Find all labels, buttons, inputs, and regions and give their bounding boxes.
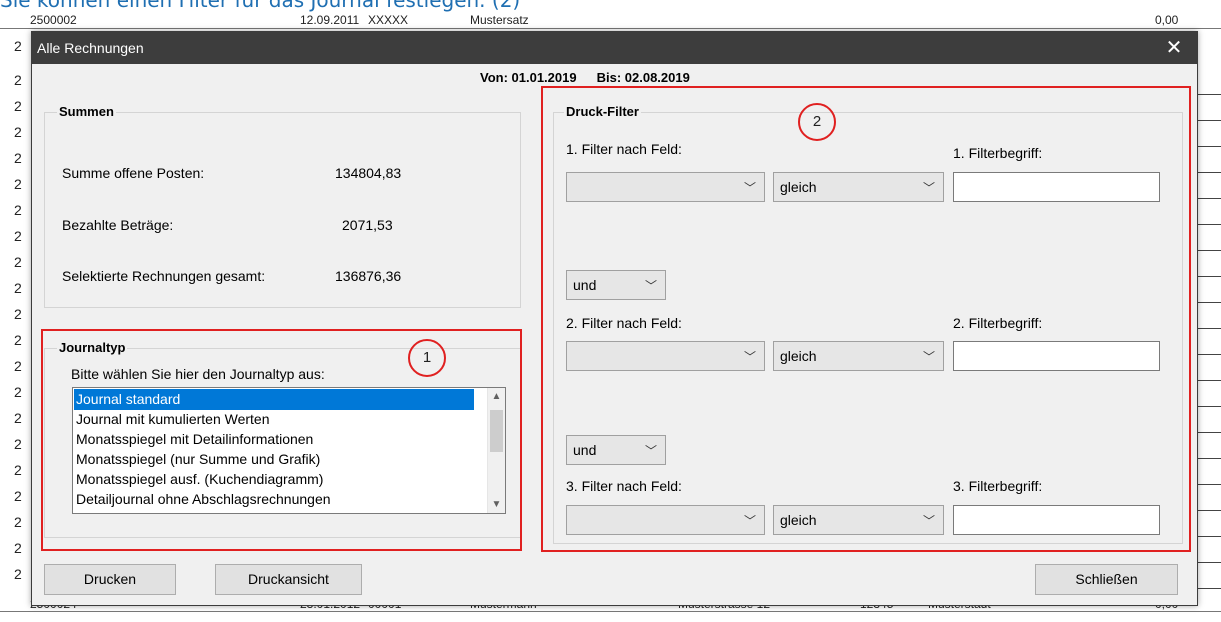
bg-grid-line bbox=[1198, 94, 1221, 95]
bg-grid-line bbox=[1198, 302, 1221, 303]
bg-grid-line bbox=[1198, 224, 1221, 225]
bezahlte-betraege-value: 2071,53 bbox=[342, 217, 393, 233]
alle-rechnungen-dialog: Alle Rechnungen ✕ Von: 01.01.2019 Bis: 02… bbox=[31, 31, 1198, 606]
close-icon[interactable]: ✕ bbox=[1151, 32, 1197, 64]
date-to: Bis: 02.08.2019 bbox=[596, 70, 690, 85]
bg-grid-line bbox=[0, 611, 1221, 612]
bg-row-code: XXXXX bbox=[368, 13, 409, 27]
bg-grid-line bbox=[1198, 276, 1221, 277]
bg-left-digit: 2 bbox=[14, 488, 22, 504]
bg-grid-line bbox=[1198, 172, 1221, 173]
bg-grid-line bbox=[1198, 120, 1221, 121]
bg-row-name: Mustersatz bbox=[470, 13, 529, 27]
drucken-button[interactable]: Drucken bbox=[44, 564, 176, 595]
summe-offene-posten-value: 134804,83 bbox=[335, 165, 402, 181]
bg-row-date: 12.09.2011 bbox=[300, 13, 360, 27]
bg-left-digit: 2 bbox=[14, 514, 22, 530]
date-from: Von: 01.01.2019 bbox=[480, 70, 577, 85]
bg-left-digit: 2 bbox=[14, 280, 22, 296]
bg-left-digit: 2 bbox=[14, 306, 22, 322]
bg-grid-line bbox=[1198, 406, 1221, 407]
bg-left-digit: 2 bbox=[14, 124, 22, 140]
bg-grid-line bbox=[0, 28, 1221, 29]
bg-left-digit: 2 bbox=[14, 98, 22, 114]
bg-grid-line bbox=[1198, 562, 1221, 563]
selektierte-rechnungen-value: 136876,36 bbox=[335, 268, 402, 284]
bg-grid-line bbox=[1198, 380, 1221, 381]
bg-left-digit: 2 bbox=[14, 72, 22, 88]
selektierte-rechnungen-label: Selektierte Rechnungen gesamt: bbox=[62, 268, 266, 284]
schliessen-button[interactable]: Schließen bbox=[1035, 564, 1178, 595]
annotation-box-2 bbox=[541, 86, 1191, 552]
bg-grid-line bbox=[1198, 250, 1221, 251]
dialog-titlebar: Alle Rechnungen ✕ bbox=[32, 32, 1197, 64]
bg-grid-line bbox=[1198, 458, 1221, 459]
bg-grid-line bbox=[1198, 354, 1221, 355]
summen-title: Summen bbox=[57, 104, 116, 119]
bg-grid-line bbox=[1198, 484, 1221, 485]
summe-offene-posten-label: Summe offene Posten: bbox=[62, 165, 205, 181]
bg-left-digit: 2 bbox=[14, 38, 22, 54]
annotation-marker-2: 2 bbox=[798, 103, 836, 141]
dialog-title: Alle Rechnungen bbox=[37, 40, 144, 56]
summen-group: Summen Summe offene Posten: 134804,83 Be… bbox=[44, 104, 521, 308]
bg-left-digit: 2 bbox=[14, 462, 22, 478]
date-range: Von: 01.01.2019 Bis: 02.08.2019 bbox=[480, 70, 690, 85]
bg-left-digit: 2 bbox=[14, 228, 22, 244]
bg-left-digit: 2 bbox=[14, 150, 22, 166]
bg-left-digit: 2 bbox=[14, 176, 22, 192]
bg-grid-line bbox=[1198, 328, 1221, 329]
bg-left-digit: 2 bbox=[14, 436, 22, 452]
bg-grid-line bbox=[1198, 588, 1221, 589]
bg-left-digit: 2 bbox=[14, 202, 22, 218]
background-row-top: 2500002 12.09.2011 XXXXX Mustersatz 0,00 bbox=[0, 14, 1221, 26]
bg-left-digit: 2 bbox=[14, 384, 22, 400]
annotation-box-1 bbox=[41, 329, 522, 551]
bg-left-digit: 2 bbox=[14, 540, 22, 556]
bg-left-digit: 2 bbox=[14, 566, 22, 582]
bg-row-amount: 0,00 bbox=[1155, 13, 1179, 27]
bg-grid-line bbox=[1198, 432, 1221, 433]
bg-left-digit: 2 bbox=[14, 254, 22, 270]
bg-left-digit: 2 bbox=[14, 358, 22, 374]
bg-row-id: 2500002 bbox=[30, 13, 77, 27]
bezahlte-betraege-label: Bezahlte Beträge: bbox=[62, 217, 174, 233]
bg-grid-line bbox=[1198, 198, 1221, 199]
bg-grid-line bbox=[1198, 536, 1221, 537]
bg-left-digit: 2 bbox=[14, 410, 22, 426]
annotation-marker-1: 1 bbox=[408, 339, 446, 377]
druckansicht-button[interactable]: Druckansicht bbox=[215, 564, 362, 595]
bg-grid-line bbox=[1198, 510, 1221, 511]
bg-left-digit: 2 bbox=[14, 332, 22, 348]
bg-grid-line bbox=[1198, 146, 1221, 147]
